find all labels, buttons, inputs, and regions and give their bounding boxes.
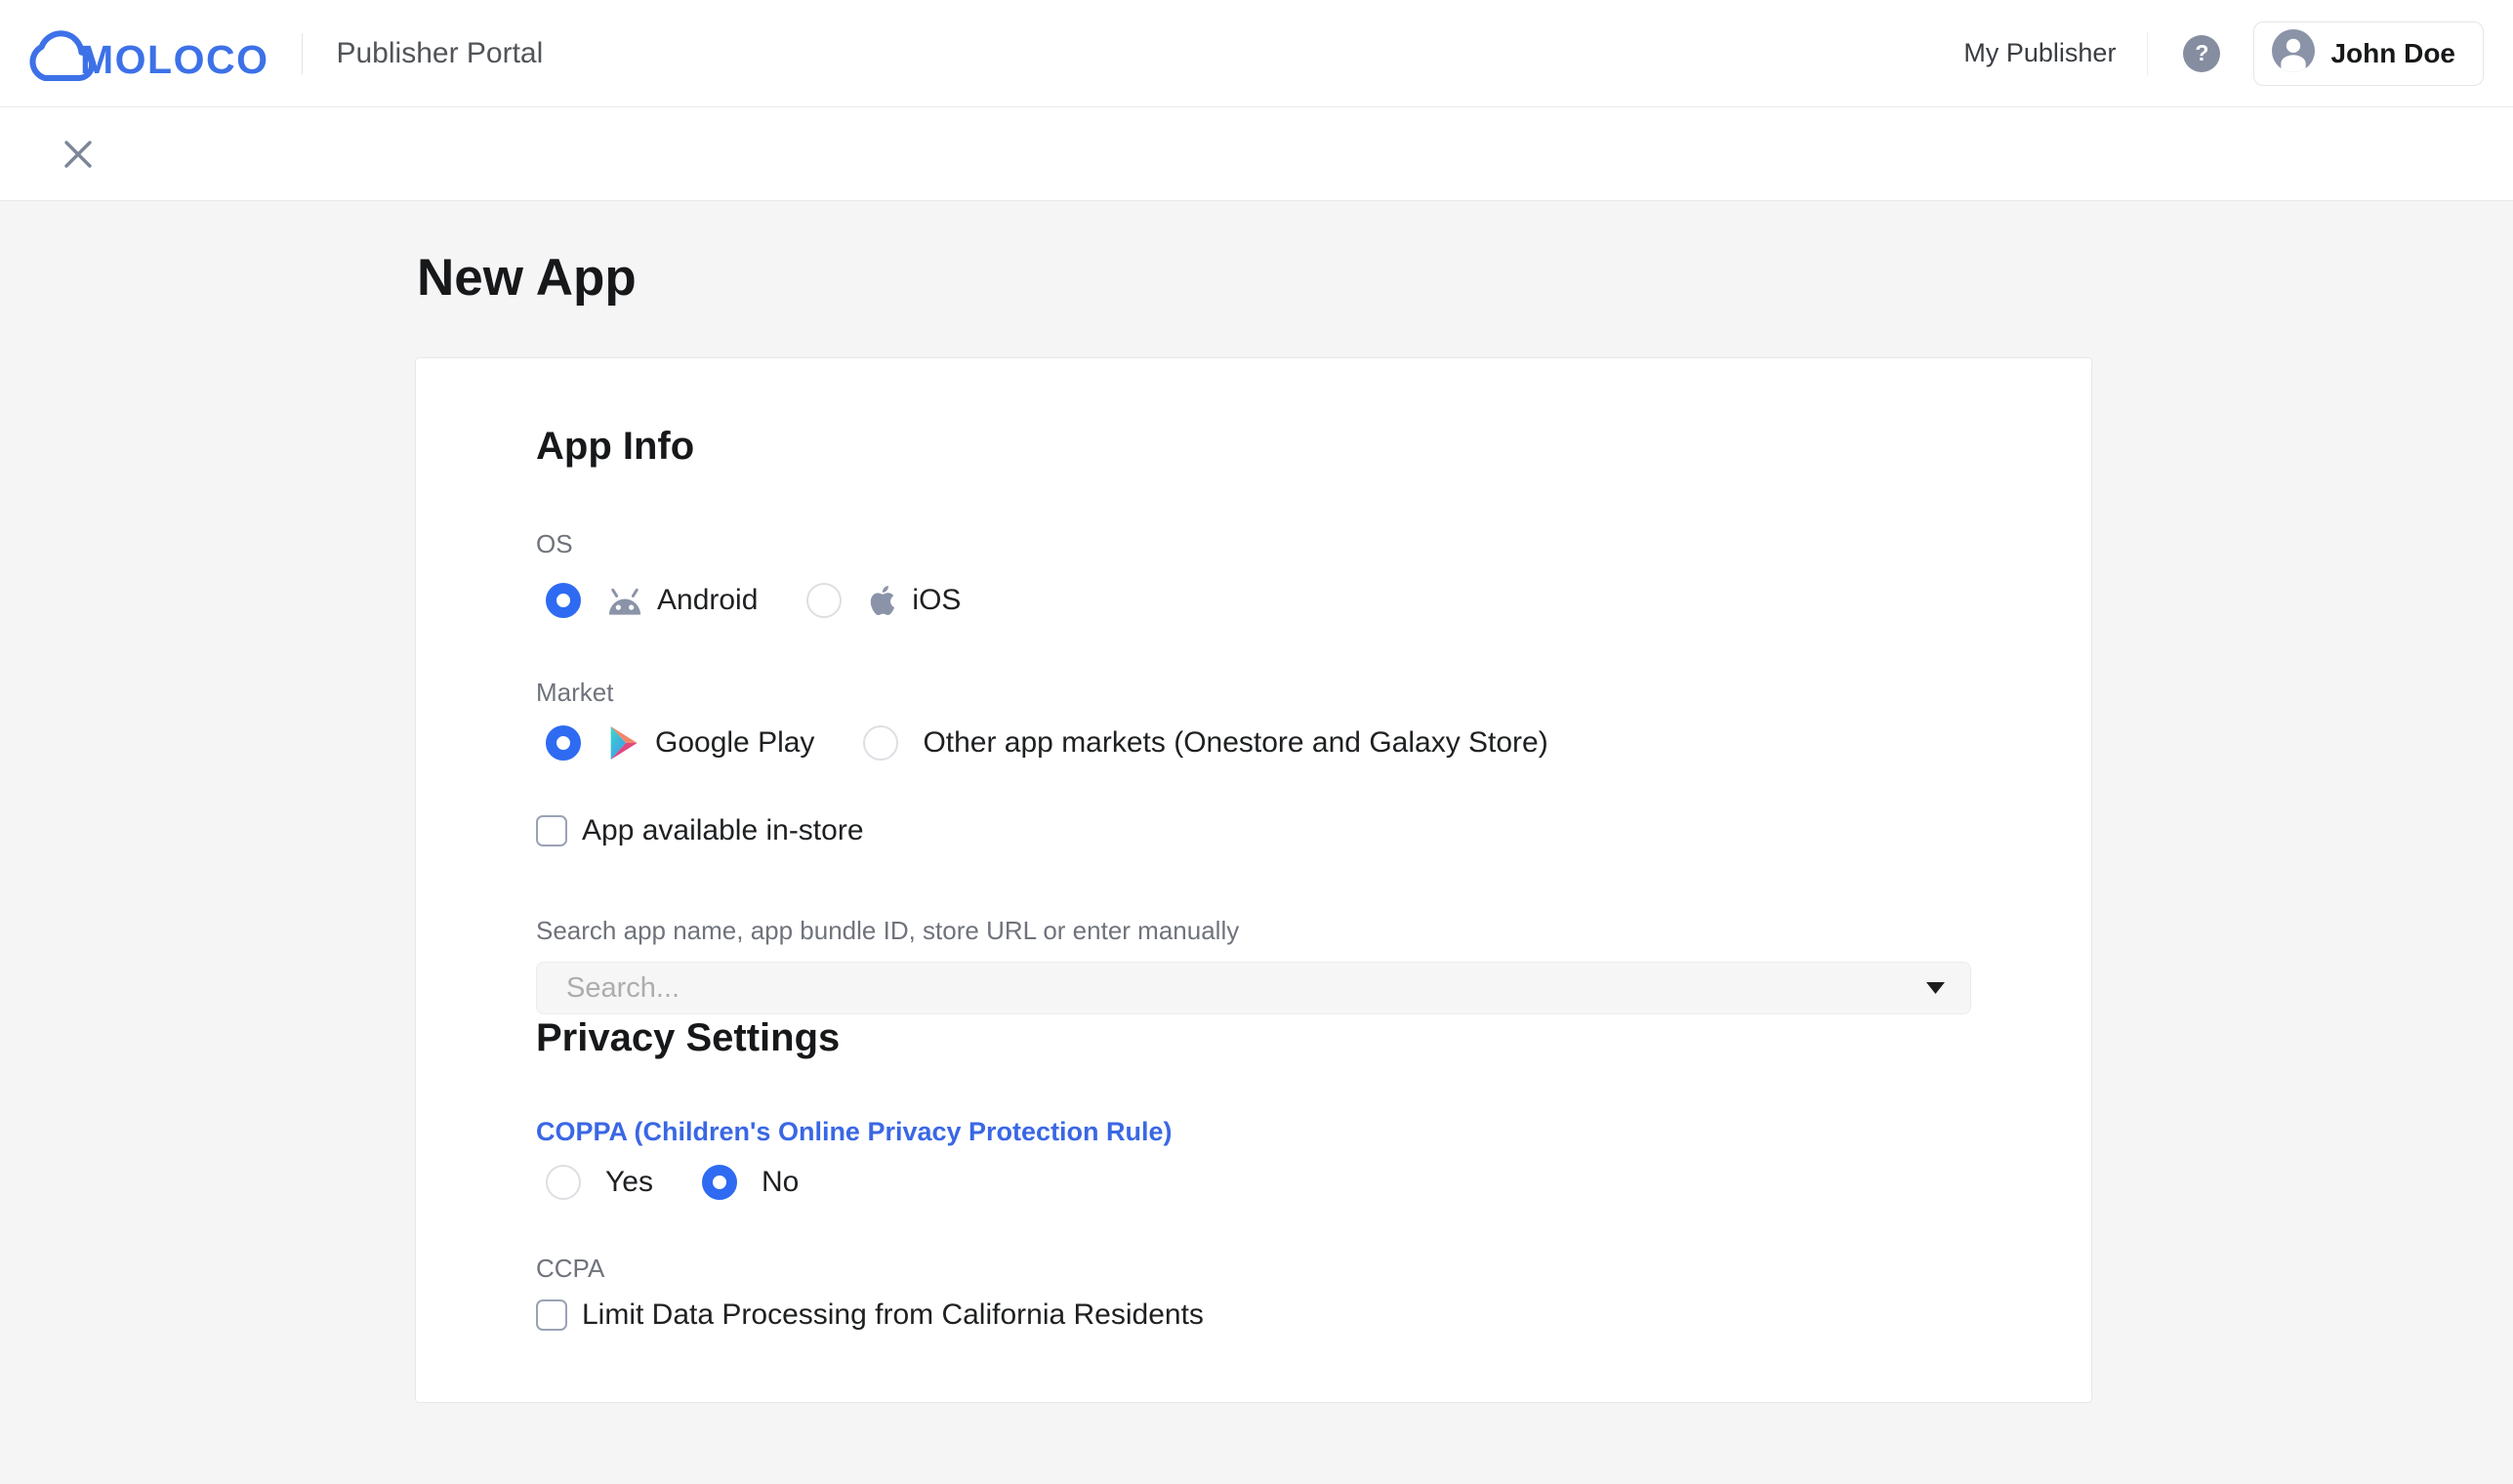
coppa-option-yes[interactable]: Yes bbox=[546, 1165, 653, 1200]
other-markets-option-label: Other app markets (Onestore and Galaxy S… bbox=[923, 726, 1547, 760]
radio-coppa-no[interactable] bbox=[702, 1165, 737, 1200]
app-search-combobox[interactable]: Search... bbox=[536, 962, 1971, 1014]
android-option-label: Android bbox=[657, 584, 758, 617]
radio-google-play[interactable] bbox=[546, 725, 581, 761]
in-store-checkbox[interactable] bbox=[536, 815, 567, 846]
radio-ios[interactable] bbox=[806, 583, 842, 618]
header-divider bbox=[302, 33, 303, 74]
os-field-label: OS bbox=[536, 528, 1972, 559]
in-store-checkbox-row[interactable]: App available in-store bbox=[536, 811, 1972, 850]
google-play-option-label: Google Play bbox=[655, 726, 814, 760]
close-icon bbox=[62, 139, 94, 170]
os-radio-group: Android iOS bbox=[546, 579, 1972, 622]
coppa-no-label: No bbox=[762, 1166, 799, 1199]
user-menu-chip[interactable]: John Doe bbox=[2253, 21, 2484, 86]
privacy-settings-heading: Privacy Settings bbox=[536, 1014, 1972, 1061]
close-button[interactable] bbox=[62, 138, 95, 171]
ccpa-checkbox-label: Limit Data Processing from California Re… bbox=[582, 1298, 1204, 1332]
os-option-android[interactable]: Android bbox=[546, 583, 758, 619]
modal-top-bar bbox=[0, 107, 2513, 201]
help-icon: ? bbox=[2195, 40, 2208, 66]
coppa-radio-group: Yes No bbox=[546, 1161, 1972, 1204]
app-search-placeholder: Search... bbox=[566, 972, 1926, 1005]
ios-option-label: iOS bbox=[912, 584, 961, 617]
ccpa-checkbox[interactable] bbox=[536, 1299, 567, 1331]
help-button[interactable]: ? bbox=[2183, 35, 2220, 72]
os-option-ios[interactable]: iOS bbox=[806, 580, 961, 621]
publisher-portal-app: MOLOCO Publisher Portal My Publisher ? J… bbox=[0, 0, 2513, 1484]
app-search-label: Search app name, app bundle ID, store UR… bbox=[536, 915, 1972, 946]
product-title: Publisher Portal bbox=[336, 37, 543, 70]
page-content: New App App Info OS bbox=[0, 201, 2513, 1403]
app-info-heading: App Info bbox=[536, 423, 1972, 470]
android-icon bbox=[604, 583, 645, 619]
market-option-google-play[interactable]: Google Play bbox=[546, 721, 814, 764]
user-name: John Doe bbox=[2330, 38, 2455, 69]
radio-other-markets[interactable] bbox=[863, 725, 898, 761]
radio-android[interactable] bbox=[546, 583, 581, 618]
market-radio-group: Google Play Other app markets (Onestore … bbox=[546, 721, 1972, 764]
page-title: New App bbox=[417, 248, 2513, 309]
avatar-icon bbox=[2272, 29, 2315, 77]
top-header: MOLOCO Publisher Portal My Publisher ? J… bbox=[0, 0, 2513, 107]
my-publisher-link[interactable]: My Publisher bbox=[1963, 38, 2116, 68]
header-divider-right bbox=[2147, 32, 2148, 75]
market-field-label: Market bbox=[536, 677, 1972, 708]
coppa-option-no[interactable]: No bbox=[702, 1165, 799, 1200]
ccpa-field-label: CCPA bbox=[536, 1253, 1972, 1284]
coppa-yes-label: Yes bbox=[605, 1166, 653, 1199]
brand-wordmark: MOLOCO bbox=[80, 40, 268, 82]
new-app-form-card: App Info OS Android bbox=[415, 357, 2092, 1403]
moloco-logo[interactable]: MOLOCO bbox=[25, 25, 268, 82]
radio-coppa-yes[interactable] bbox=[546, 1165, 581, 1200]
google-play-icon bbox=[604, 721, 643, 764]
in-store-checkbox-label: App available in-store bbox=[582, 814, 864, 847]
chevron-down-icon[interactable] bbox=[1926, 982, 1945, 994]
market-option-other[interactable]: Other app markets (Onestore and Galaxy S… bbox=[863, 725, 1547, 761]
apple-icon bbox=[865, 580, 900, 621]
ccpa-checkbox-row[interactable]: Limit Data Processing from California Re… bbox=[536, 1296, 1972, 1335]
coppa-link[interactable]: COPPA (Children's Online Privacy Protect… bbox=[536, 1116, 1173, 1147]
